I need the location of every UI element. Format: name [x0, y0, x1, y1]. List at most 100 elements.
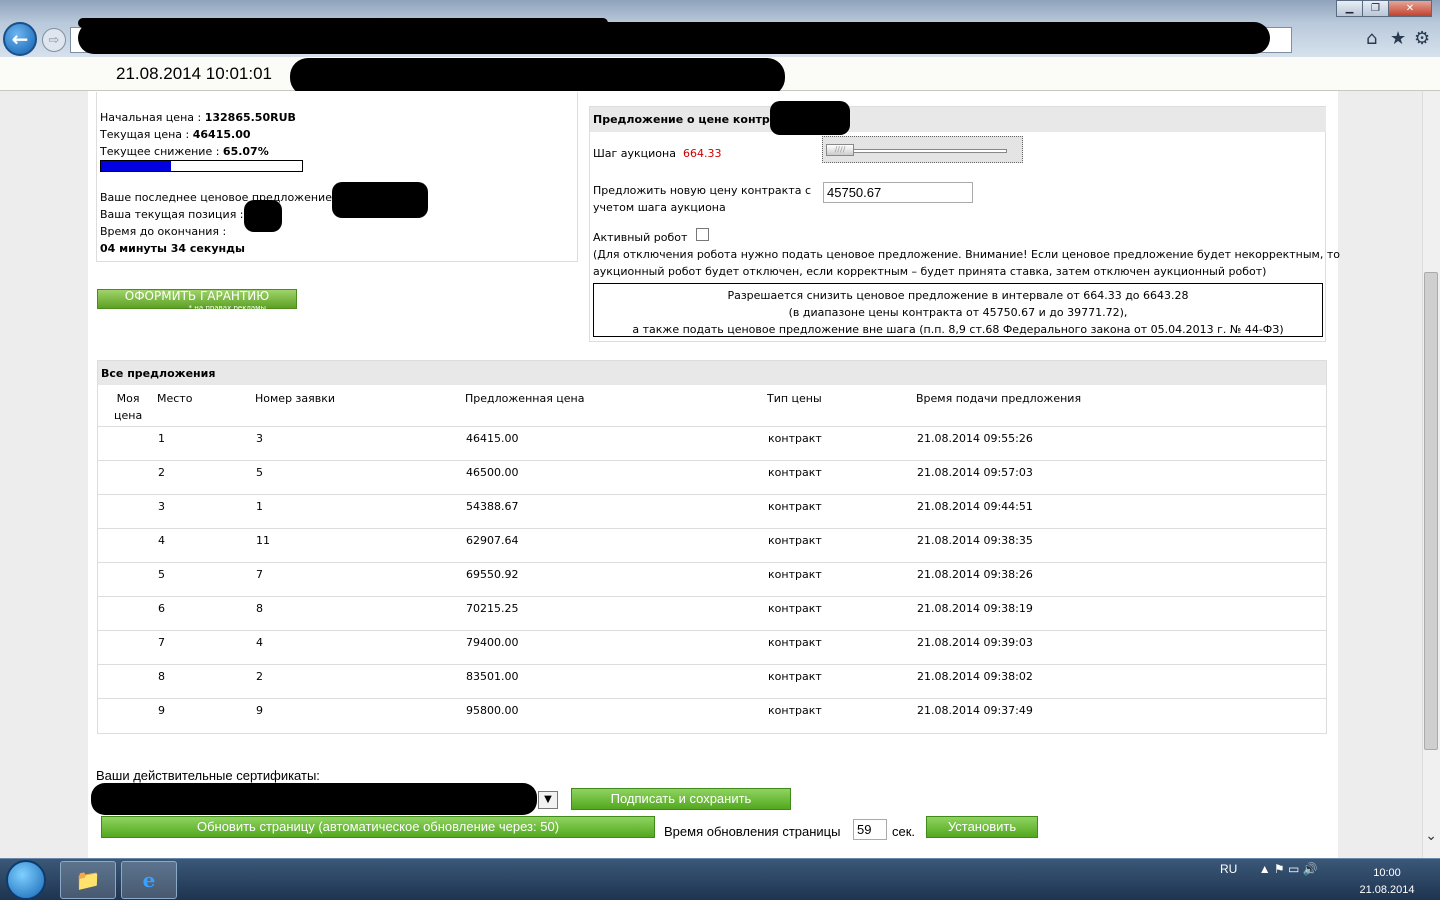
minimize-button[interactable]: ▁ — [1336, 0, 1363, 17]
allowed-range-info: Разрешается снизить ценовое предложение … — [593, 283, 1323, 337]
cell-time: 21.08.2014 09:37:49 — [917, 704, 1033, 717]
progress-fill — [101, 161, 172, 171]
refresh-interval-label: Время обновления страницы — [664, 824, 841, 839]
system-tray: RU ▲ ⚑ ▭ 🔊 — [1220, 862, 1318, 876]
new-price-label: Предложить новую цену контракта с учетом… — [593, 184, 811, 214]
column-header-place: Место — [157, 392, 193, 405]
cell-price-type: контракт — [768, 534, 822, 547]
redaction-mark — [78, 18, 608, 28]
cell-place: 7 — [158, 636, 165, 649]
cell-place: 1 — [158, 432, 165, 445]
cell-price: 46500.00 — [466, 466, 519, 479]
cell-price: 69550.92 — [466, 568, 519, 581]
table-row: 2 5 46500.00 контракт 21.08.2014 09:57:03 — [98, 460, 1326, 494]
cell-price-type: контракт — [768, 636, 822, 649]
cell-price: 46415.00 — [466, 432, 519, 445]
time-left-value: 04 минуты 34 секунды — [100, 242, 245, 255]
set-interval-button[interactable]: Установить — [926, 816, 1038, 838]
forward-button[interactable]: ⇨ — [42, 28, 66, 52]
new-price-input[interactable]: 45750.67 — [823, 182, 973, 203]
cell-price-type: контракт — [768, 568, 822, 581]
current-position-label: Ваша текущая позиция : — [100, 208, 244, 221]
refresh-page-button[interactable]: Обновить страницу (автоматическое обновл… — [101, 816, 655, 838]
cell-place: 9 — [158, 704, 165, 717]
table-row: 4 11 62907.64 контракт 21.08.2014 09:38:35 — [98, 528, 1326, 562]
cell-price-type: контракт — [768, 466, 822, 479]
scrollbar-thumb[interactable] — [1424, 272, 1438, 750]
current-price: Текущая цена : 46415.00 — [100, 128, 251, 141]
folder-icon[interactable]: 📁 — [60, 861, 116, 899]
language-indicator[interactable]: RU — [1220, 862, 1237, 876]
auction-step: Шаг аукциона 664.33 — [593, 147, 722, 160]
back-button[interactable]: ← — [3, 22, 37, 56]
cell-time: 21.08.2014 09:38:26 — [917, 568, 1033, 581]
slider-track — [853, 149, 1007, 153]
active-robot-label: Активный робот — [593, 231, 688, 244]
cell-bid-number: 3 — [256, 432, 263, 445]
chevron-down-icon[interactable]: ▼ — [538, 791, 558, 809]
cell-bid-number: 7 — [256, 568, 263, 581]
offers-title: Все предложения — [98, 361, 1326, 385]
price-step-slider[interactable]: //// — [822, 136, 1023, 163]
cell-price: 83501.00 — [466, 670, 519, 683]
cell-bid-number: 1 — [256, 500, 263, 513]
cell-bid-number: 11 — [256, 534, 270, 547]
table-row: 5 7 69550.92 контракт 21.08.2014 09:38:26 — [98, 562, 1326, 596]
cell-place: 6 — [158, 602, 165, 615]
cell-price-type: контракт — [768, 602, 822, 615]
refresh-interval-input[interactable]: 59 — [853, 819, 887, 840]
table-row: 1 3 46415.00 контракт 21.08.2014 09:55:26 — [98, 426, 1326, 460]
robot-note: (Для отключения робота нужно подать цено… — [593, 248, 1340, 278]
price-offer-header: Предложение о цене контракта п — [590, 107, 1326, 132]
guarantee-button[interactable]: ОФОРМИТЬ ГАРАНТИЮ * на правах рекламы — [97, 289, 297, 312]
sign-and-save-button[interactable]: Подписать и сохранить — [571, 788, 791, 810]
redaction-mark — [244, 200, 282, 232]
cell-bid-number: 2 — [256, 670, 263, 683]
reduction-progress-bar — [100, 160, 303, 172]
column-header-my-price: Моя цена — [114, 392, 143, 422]
table-row: 7 4 79400.00 контракт 21.08.2014 09:39:03 — [98, 630, 1326, 664]
window-controls: ▁ ❐ ✕ — [1336, 0, 1432, 17]
cell-price-type: контракт — [768, 500, 822, 513]
cell-price-type: контракт — [768, 704, 822, 717]
home-icon[interactable]: ⌂ — [1366, 28, 1377, 49]
column-header-bid-number: Номер заявки — [255, 392, 336, 405]
cell-price: 62907.64 — [466, 534, 519, 547]
cell-place: 8 — [158, 670, 165, 683]
current-reduction: Текущее снижение : 65.07% — [100, 145, 269, 158]
seconds-label: сек. — [892, 824, 916, 839]
close-button[interactable]: ✕ — [1388, 0, 1432, 17]
table-row: 6 8 70215.25 контракт 21.08.2014 09:38:19 — [98, 596, 1326, 630]
tray-icons[interactable]: ▲ ⚑ ▭ 🔊 — [1259, 862, 1318, 876]
last-offer-label: Ваше последнее ценовое предложение : — [100, 191, 340, 204]
cell-time: 21.08.2014 09:55:26 — [917, 432, 1033, 445]
certificate-select-redacted[interactable] — [91, 783, 537, 815]
start-button[interactable] — [6, 860, 46, 900]
cell-price: 70215.25 — [466, 602, 519, 615]
start-price: Начальная цена : 132865.50RUB — [100, 111, 296, 124]
cell-time: 21.08.2014 09:38:19 — [917, 602, 1033, 615]
table-row: 9 9 95800.00 контракт 21.08.2014 09:37:49 — [98, 698, 1326, 732]
slider-handle[interactable]: //// — [826, 144, 854, 156]
cell-time: 21.08.2014 09:44:51 — [917, 500, 1033, 513]
cell-time: 21.08.2014 09:38:35 — [917, 534, 1033, 547]
cell-place: 2 — [158, 466, 165, 479]
cell-bid-number: 9 — [256, 704, 263, 717]
table-row: 3 1 54388.67 контракт 21.08.2014 09:44:51 — [98, 494, 1326, 528]
cell-time: 21.08.2014 09:39:03 — [917, 636, 1033, 649]
column-header-time: Время подачи предложения — [916, 392, 1082, 405]
certificates-label: Ваши действительные сертификаты: — [96, 768, 320, 783]
maximize-button[interactable]: ❐ — [1362, 0, 1389, 17]
column-header-price-type: Тип цены — [767, 392, 822, 405]
scroll-down-arrow-icon[interactable]: ⌄ — [1425, 828, 1437, 844]
gear-icon[interactable]: ⚙ — [1414, 28, 1430, 49]
favorites-icon[interactable]: ★ — [1390, 28, 1406, 49]
taskbar-clock[interactable]: 10:00 21.08.2014 — [1352, 865, 1422, 899]
internet-explorer-icon[interactable]: e — [121, 861, 177, 899]
server-datetime: 21.08.2014 10:01:01 — [116, 64, 272, 83]
cell-time: 21.08.2014 09:57:03 — [917, 466, 1033, 479]
column-header-price: Предложенная цена — [465, 392, 585, 405]
cell-place: 3 — [158, 500, 165, 513]
active-robot-checkbox[interactable] — [696, 228, 709, 241]
cell-time: 21.08.2014 09:38:02 — [917, 670, 1033, 683]
